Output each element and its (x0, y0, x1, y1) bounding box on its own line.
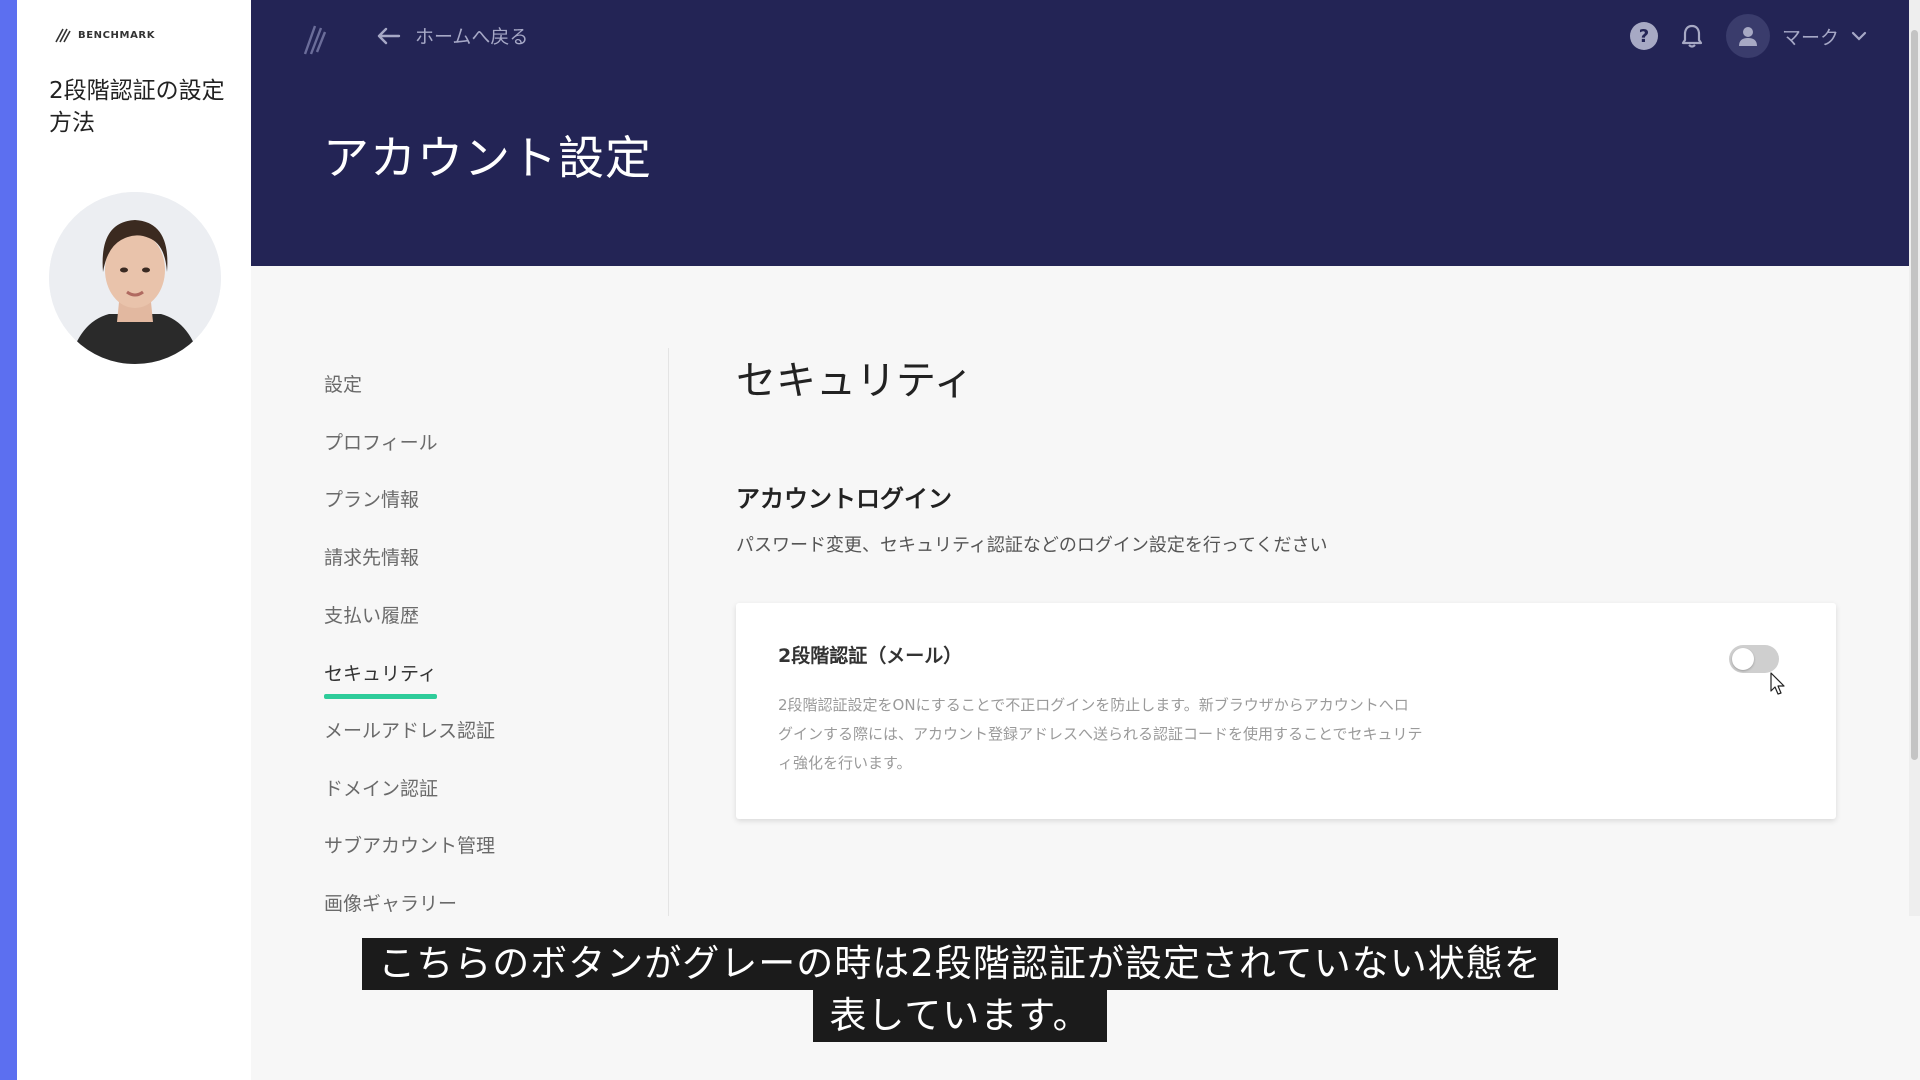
user-menu[interactable]: マーク (1725, 14, 1867, 58)
user-name: マーク (1781, 26, 1839, 49)
main-content: 設定 プロフィール プラン情報 請求先情報 支払い履歴 セキュリティ メールアド… (251, 266, 1909, 916)
two-factor-description-line: ィ強化を行います。 (778, 754, 912, 772)
scrollbar-thumb[interactable] (1911, 30, 1918, 760)
help-icon[interactable]: ? (1629, 22, 1658, 50)
back-to-home-link[interactable]: ホームへ戻る (377, 22, 528, 49)
presenter-avatar (49, 192, 221, 364)
nav-item-settings[interactable]: 設定 (324, 370, 362, 397)
chevron-down-icon (1851, 31, 1867, 41)
subtitle-line-2: 表しています。 (813, 990, 1107, 1042)
nav-item-domain-verification[interactable]: ドメイン認証 (324, 774, 438, 801)
brand-logo: BENCHMARK (54, 26, 155, 44)
nav-item-plan[interactable]: プラン情報 (324, 485, 419, 512)
lesson-panel: BENCHMARK 2段階認証の設定方法 (17, 0, 251, 1080)
presenter-photo (49, 192, 221, 364)
arrow-left-icon (377, 27, 401, 44)
nav-item-sub-accounts[interactable]: サブアカウント管理 (324, 831, 495, 858)
two-factor-toggle[interactable] (1729, 645, 1779, 673)
nav-item-email-verification[interactable]: メールアドレス認証 (324, 716, 495, 743)
two-factor-card: 2段階認証（メール） 2段階認証設定をONにすることで不正ログインを防止します。… (736, 603, 1836, 819)
nav-item-security[interactable]: セキュリティ (324, 659, 437, 699)
account-login-description: パスワード変更、セキュリティ認証などのログイン設定を行ってください (736, 535, 1328, 556)
subtitle-line-1: こちらのボタンがグレーの時は2段階認証が設定されていない状態を (362, 938, 1558, 990)
lesson-title: 2段階認証の設定方法 (49, 78, 225, 136)
back-link-label: ホームへ戻る (415, 26, 529, 48)
section-title: セキュリティ (736, 358, 974, 404)
toggle-knob (1732, 648, 1754, 670)
nav-item-payment-history[interactable]: 支払い履歴 (324, 601, 419, 628)
settings-nav: 設定 プロフィール プラン情報 請求先情報 支払い履歴 セキュリティ メールアド… (251, 348, 669, 916)
two-factor-title: 2段階認証（メール） (778, 645, 963, 667)
account-login-title: アカウントログイン (736, 485, 952, 513)
nav-item-profile[interactable]: プロフィール (324, 428, 438, 455)
two-factor-description: 2段階認証設定をONにすることで不正ログインを防止します。新ブラウザからアカウン… (778, 691, 1518, 778)
header-actions: ? マーク (1629, 14, 1867, 58)
brand-name: BENCHMARK (78, 29, 156, 41)
mouse-cursor-icon (1770, 672, 1785, 695)
app-header: ホームへ戻る ? マーク アカウント設定 (251, 0, 1909, 266)
video-subtitle: こちらのボタンがグレーの時は2段階認証が設定されていない状態を 表しています。 (0, 938, 1920, 1042)
page-title: アカウント設定 (323, 131, 652, 185)
left-accent-strip (0, 0, 17, 1080)
two-factor-description-line: 2段階認証設定をONにすることで不正ログインを防止します。新ブラウザからアカウン… (778, 696, 1409, 714)
benchmark-logo-icon (55, 28, 71, 43)
scrollbar[interactable] (1909, 0, 1920, 916)
user-avatar (1725, 14, 1770, 58)
nav-item-image-gallery[interactable]: 画像ギャラリー (324, 889, 457, 916)
app-logo-icon[interactable] (301, 20, 329, 56)
user-icon (1738, 27, 1757, 46)
bell-icon[interactable] (1680, 23, 1704, 49)
nav-item-billing[interactable]: 請求先情報 (324, 543, 419, 570)
two-factor-description-line: グインする際には、アカウント登録アドレスへ送られる認証コードを使用することでセキ… (778, 725, 1423, 743)
